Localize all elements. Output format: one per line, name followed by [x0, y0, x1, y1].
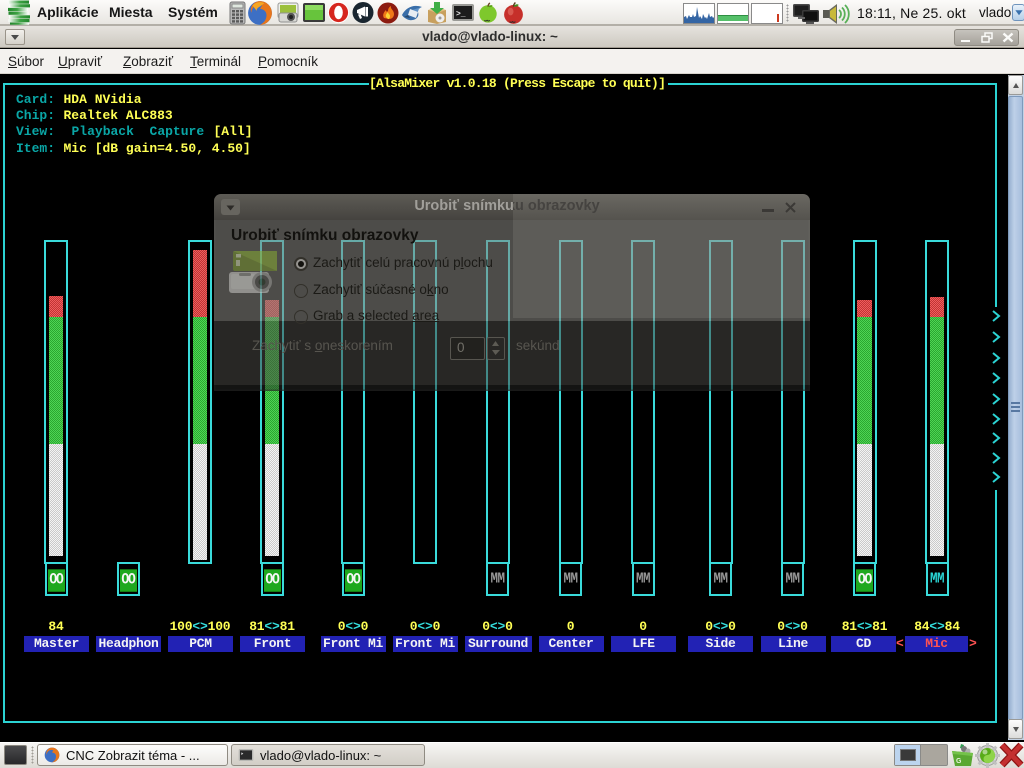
svg-text:>_: >_ — [456, 10, 466, 19]
svg-text:G: G — [956, 758, 962, 765]
